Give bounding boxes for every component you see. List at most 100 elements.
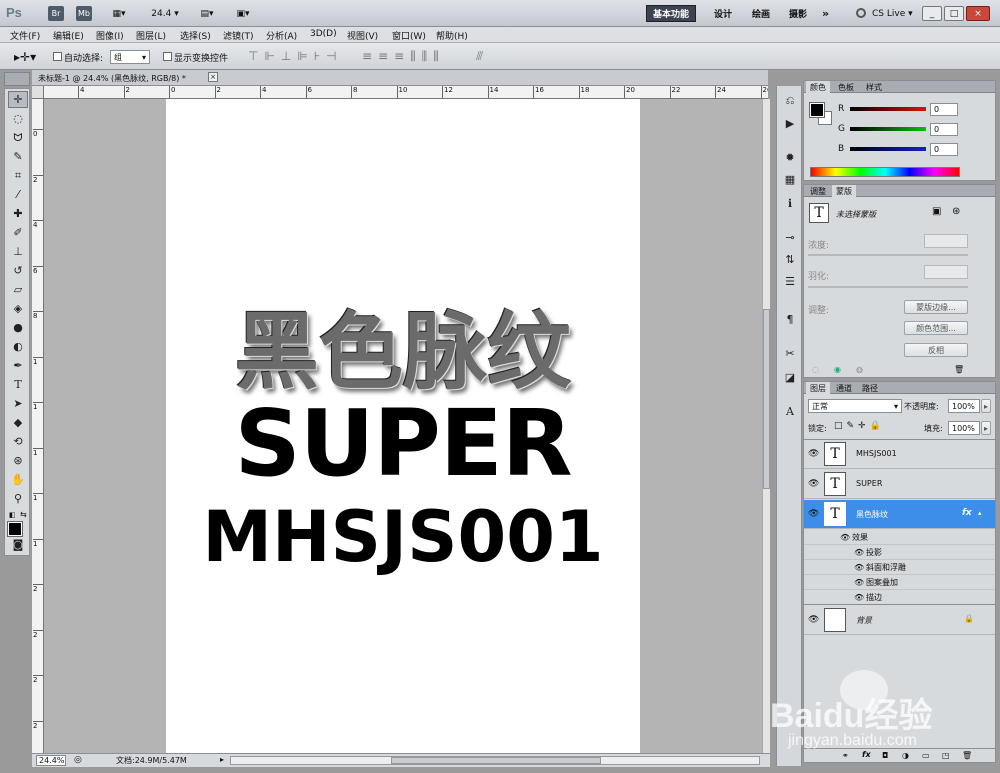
canvas-document[interactable]: 黑色脉纹 SUPER MHSJS001 — [166, 99, 640, 753]
effect-eye-icon[interactable]: 👁 — [854, 593, 864, 602]
menu-file[interactable]: 文件(F) — [10, 29, 40, 42]
menu-filter[interactable]: 滤镜(T) — [223, 29, 254, 42]
effect-row-drop-shadow[interactable]: 👁 投影 — [804, 545, 995, 560]
layer-row-background[interactable]: 👁 背景 🔒 — [804, 606, 995, 635]
vector-mask-icon[interactable]: ⊛ — [952, 206, 960, 217]
crop-tool-icon[interactable]: ⌗ — [8, 167, 28, 184]
move-tool-preset-icon[interactable]: ▸✛▾ — [14, 50, 36, 64]
restore-button[interactable]: □ — [944, 6, 964, 21]
menu-analysis[interactable]: 分析(A) — [266, 29, 297, 42]
opacity-field[interactable]: 100% — [948, 399, 980, 413]
effects-eye-icon[interactable]: 👁 — [840, 533, 850, 542]
color-range-button[interactable]: 颜色范围... — [904, 321, 968, 335]
auto-select-checkbox[interactable] — [53, 52, 62, 61]
eyedropper-tool-icon[interactable]: ⁄ — [8, 186, 28, 203]
toggle-mask-visibility-icon[interactable]: ◉ — [834, 365, 841, 374]
mask-edge-button[interactable]: 蒙版边缘... — [904, 300, 968, 314]
tab-adjustments[interactable]: 调整 — [806, 185, 830, 197]
foreground-color-swatch[interactable] — [7, 521, 23, 537]
invert-button[interactable]: 反相 — [904, 343, 968, 357]
apply-mask-icon[interactable]: ◍ — [856, 365, 863, 374]
zoom-tool-icon[interactable]: ⚲ — [8, 490, 28, 507]
vertical-scrollbar[interactable] — [762, 99, 770, 753]
channel-r-slider[interactable] — [850, 107, 926, 111]
pixel-mask-icon[interactable]: ▣ — [932, 206, 941, 217]
eye-icon[interactable]: 👁 — [808, 615, 819, 625]
marquee-tool-icon[interactable]: ◌ — [8, 110, 28, 127]
histogram-panel-icon[interactable]: ☰ — [780, 272, 800, 290]
layer-comps-panel-icon[interactable]: ◪ — [780, 368, 800, 386]
clone-stamp-tool-icon[interactable]: ⊥ — [8, 243, 28, 260]
color-spectrum-ramp[interactable] — [810, 167, 960, 177]
move-tool-icon[interactable]: ✛ — [8, 91, 28, 108]
channel-g-slider[interactable] — [850, 127, 926, 131]
navigator-panel-icon[interactable]: ⇅ — [780, 250, 800, 268]
effect-row-bevel-emboss[interactable]: 👁 斜面和浮雕 — [804, 560, 995, 575]
align-buttons-icon[interactable]: ⊤⊩⊥⊫⊦⊣ — [248, 49, 343, 63]
vertical-scroll-thumb[interactable] — [763, 309, 770, 489]
channel-b-slider[interactable] — [850, 147, 926, 151]
new-group-icon[interactable]: ▭ — [922, 751, 930, 760]
paragraph-panel-icon[interactable]: ¶ — [780, 310, 800, 328]
expand-effects-icon[interactable]: ▴ — [978, 509, 982, 517]
lock-options-icon[interactable]: □✎✛🔒 — [834, 421, 885, 431]
status-info-icon[interactable]: ◎ — [74, 755, 82, 765]
menu-select[interactable]: 选择(S) — [180, 29, 211, 42]
lasso-tool-icon[interactable]: ᗢ — [8, 129, 28, 146]
quick-select-tool-icon[interactable]: ✎ — [8, 148, 28, 165]
arrange-documents-icon[interactable]: ▤▾ — [194, 6, 220, 21]
eye-icon[interactable]: 👁 — [808, 479, 819, 489]
healing-brush-tool-icon[interactable]: ✚ — [8, 205, 28, 222]
tab-styles[interactable]: 样式 — [862, 81, 886, 93]
info-panel-icon[interactable]: ℹ — [780, 194, 800, 212]
effect-row-stroke[interactable]: 👁 描边 — [804, 590, 995, 605]
horizontal-scrollbar[interactable] — [230, 756, 760, 765]
add-mask-icon[interactable]: ◘ — [882, 751, 888, 760]
delete-layer-icon[interactable]: 🗑 — [962, 751, 972, 760]
zoom-level-dropdown[interactable]: 24.4 ▾ — [148, 6, 182, 21]
feather-slider[interactable] — [808, 286, 968, 288]
effect-eye-icon[interactable]: 👁 — [854, 578, 864, 587]
toolbox-header[interactable] — [4, 72, 30, 86]
default-colors-icon[interactable]: ◧ — [9, 511, 16, 519]
delete-mask-icon[interactable]: 🗑 — [954, 365, 964, 374]
brush-panel-icon[interactable]: ✹ — [780, 148, 800, 166]
workspace-essentials[interactable]: 基本功能 — [646, 5, 697, 22]
opacity-slider-toggle[interactable]: ▸ — [981, 399, 991, 413]
link-layers-icon[interactable]: ⚭ — [842, 751, 849, 760]
menu-help[interactable]: 帮助(H) — [436, 29, 468, 42]
tab-layers[interactable]: 图层 — [806, 382, 830, 394]
more-workspaces-button[interactable]: » — [816, 5, 835, 22]
path-select-tool-icon[interactable]: ➤ — [8, 395, 28, 412]
history-panel-icon[interactable]: ⎌ — [780, 92, 800, 110]
layer-row-stone-veins[interactable]: 👁 T 黑色脉纹 fx ▴ — [804, 500, 995, 529]
new-adjustment-layer-icon[interactable]: ◑ — [902, 751, 909, 760]
menu-window[interactable]: 窗口(W) — [392, 29, 426, 42]
type-tool-icon[interactable]: T — [8, 376, 28, 393]
channel-b-field[interactable]: 0 — [930, 143, 958, 156]
status-menu-arrow-icon[interactable]: ▸ — [220, 755, 224, 764]
workspace-design[interactable]: 设计 — [708, 5, 738, 22]
fill-field[interactable]: 100% — [948, 421, 980, 435]
menu-image[interactable]: 图像(I) — [96, 29, 124, 42]
fill-slider-toggle[interactable]: ▸ — [981, 421, 991, 435]
channel-r-field[interactable]: 0 — [930, 103, 958, 116]
blend-mode-dropdown[interactable]: 正常 ▾ — [808, 399, 902, 413]
document-tab[interactable]: 未标题-1 @ 24.4% (黑色脉纹, RGB/8) * × — [32, 70, 768, 86]
history-brush-tool-icon[interactable]: ↺ — [8, 262, 28, 279]
eraser-tool-icon[interactable]: ▱ — [8, 281, 28, 298]
eye-icon[interactable]: 👁 — [808, 509, 819, 519]
layer-row-super[interactable]: 👁 T SUPER — [804, 470, 995, 499]
ruler-origin[interactable] — [32, 86, 44, 99]
tab-masks[interactable]: 蒙版 — [832, 185, 856, 197]
tab-channels[interactable]: 通道 — [832, 382, 856, 394]
menu-edit[interactable]: 编辑(E) — [53, 29, 84, 42]
brush-tool-icon[interactable]: ✐ — [8, 224, 28, 241]
character-panel-icon[interactable]: A — [780, 402, 800, 420]
actions-panel-icon[interactable]: ▶ — [780, 114, 800, 132]
channel-g-field[interactable]: 0 — [930, 123, 958, 136]
status-zoom-field[interactable]: 24.4% — [36, 755, 66, 766]
effect-row-pattern-overlay[interactable]: 👁 图案叠加 — [804, 575, 995, 590]
paths-panel-icon[interactable]: ⊸ — [780, 228, 800, 246]
dodge-tool-icon[interactable]: ◐ — [8, 338, 28, 355]
